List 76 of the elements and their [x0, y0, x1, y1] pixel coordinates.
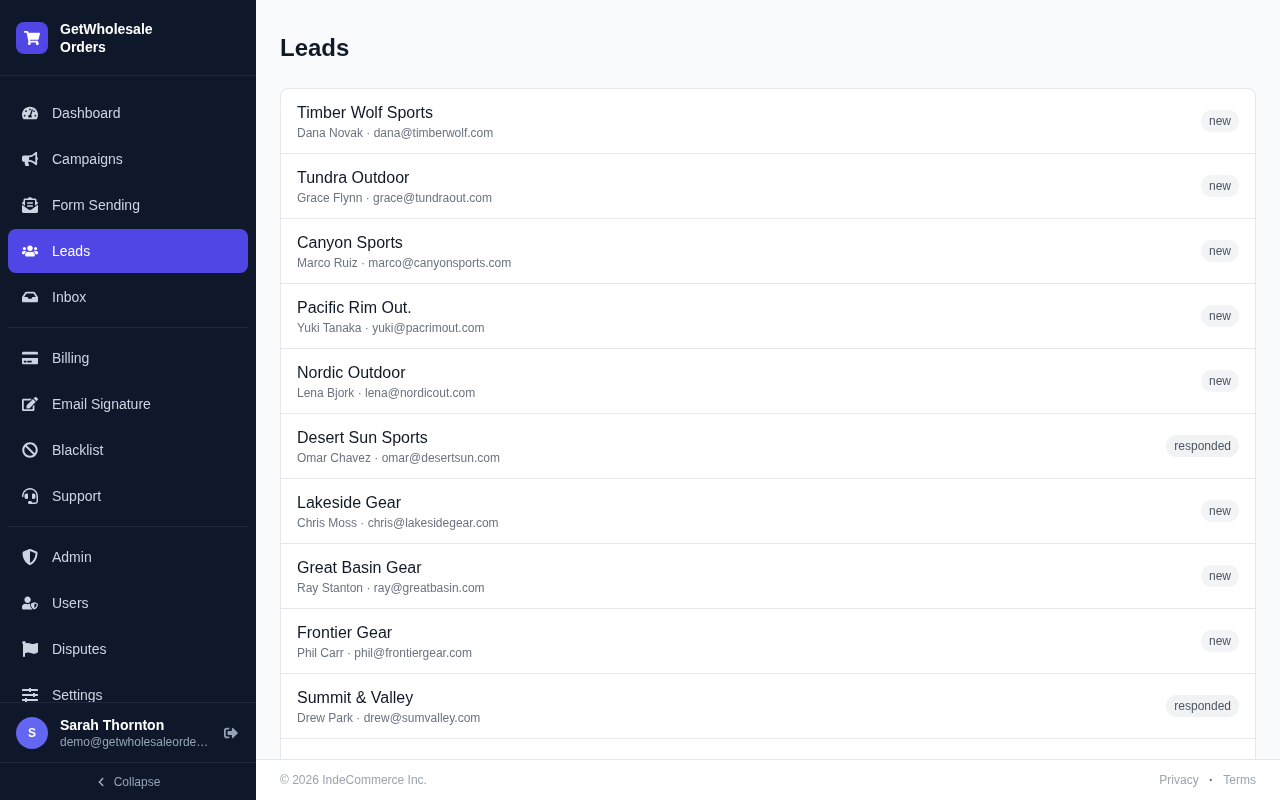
lead-row[interactable]: Timber Wolf Sports Dana Novak · dana@timberwolf.com new: [281, 89, 1255, 154]
company-name: Desert Sun Sports: [297, 428, 428, 448]
lead-row[interactable]: Tundra Outdoor Grace Flynn · grace@tundraout.com new: [281, 154, 1255, 219]
copyright-text: © 2026 IndeCommerce Inc.: [280, 773, 427, 787]
company-name: Lakeside Gear: [297, 493, 402, 513]
sidebar-item[interactable]: Billing: [8, 336, 248, 380]
company-name: Pacific Rim Out.: [297, 298, 412, 318]
contact-detail: Drew Park · drew@sumvalley.com: [297, 710, 481, 726]
sliders-icon: [22, 687, 38, 702]
logout-icon: [224, 725, 238, 740]
contact-detail: Marco Ruiz · marco@canyonsports.com: [297, 255, 512, 271]
sidebar-item[interactable]: Inbox: [8, 275, 248, 319]
contact-detail: Ray Stanton · ray@greatbasin.com: [297, 580, 485, 596]
separator-dot: ·: [1208, 772, 1214, 788]
inbox-icon: [22, 289, 38, 305]
user-shield-icon: [22, 595, 38, 611]
collapse-button[interactable]: Collapse: [0, 763, 256, 800]
sidebar-item[interactable]: Support: [8, 474, 248, 518]
lead-row[interactable]: Great Basin Gear Ray Stanton · ray@greatbasin.com new: [281, 544, 1255, 609]
credit-card-icon: [22, 350, 38, 366]
contact-detail: Dana Novak · dana@timberwolf.com: [297, 125, 494, 141]
sidebar-item[interactable]: Email Signature: [8, 382, 248, 426]
company-name: Canyon Sports: [297, 233, 403, 253]
ban-icon: [22, 442, 38, 458]
status-badge: new: [1201, 630, 1239, 652]
lead-row[interactable]: Summit & Valley Drew Park · drew@sumvalley.com responded: [281, 674, 1255, 739]
lead-row[interactable]: Desert Sun Sports Omar Chavez · omar@desertsun.com responded: [281, 414, 1255, 479]
sidebar-item[interactable]: Users: [8, 581, 248, 625]
page-title: Leads: [280, 33, 350, 63]
open-envelope-icon: [22, 197, 38, 213]
contact-detail: Lena Bjork · lena@nordicout.com: [297, 385, 476, 401]
company-name: Summit & Valley: [297, 688, 414, 708]
headset-icon: [22, 488, 38, 504]
lead-row[interactable]: Canyon Sports Marco Ruiz · marco@canyonsports.com new: [281, 219, 1255, 284]
status-badge: new: [1201, 305, 1239, 327]
company-name: Timber Wolf Sports: [297, 103, 434, 123]
company-name: Great Basin Gear: [297, 558, 422, 578]
status-badge: responded: [1166, 435, 1239, 457]
sidebar-item[interactable]: Campaigns: [8, 137, 248, 181]
user-email: demo@getwholesaleorde…: [60, 733, 209, 750]
megaphone-icon: [22, 151, 38, 167]
status-badge: new: [1201, 370, 1239, 392]
sidebar-item[interactable]: Blacklist: [8, 428, 248, 472]
contact-detail: Yuki Tanaka · yuki@pacrimout.com: [297, 320, 485, 336]
sidebar-item[interactable]: Settings: [8, 673, 248, 702]
avatar: S: [16, 716, 48, 749]
gauge-icon: [22, 105, 38, 121]
brand-name: GetWholesale Orders: [60, 19, 154, 56]
status-badge: new: [1201, 175, 1239, 197]
contact-detail: Phil Carr · phil@frontiergear.com: [297, 645, 472, 661]
shield-icon: [22, 549, 38, 565]
sidebar-item[interactable]: Form Sending: [8, 183, 248, 227]
sidebar-item[interactable]: Disputes: [8, 627, 248, 671]
cart-logo-icon: [16, 21, 48, 54]
company-name: Frontier Gear: [297, 623, 393, 643]
edit-icon: [22, 396, 38, 412]
lead-row[interactable]: Nordic Outdoor Lena Bjork · lena@nordicout.com new: [281, 349, 1255, 414]
user-name: Sarah Thornton: [60, 715, 165, 734]
contact-detail: Grace Flynn · grace@tundraout.com: [297, 190, 492, 206]
status-badge: responded: [1166, 695, 1239, 717]
lead-row[interactable]: Pacific Rim Out. Yuki Tanaka · yuki@pacrimout.com new: [281, 284, 1255, 349]
status-badge: new: [1201, 500, 1239, 522]
lead-row[interactable]: Frontier Gear Phil Carr · phil@frontiergear.com new: [281, 609, 1255, 674]
status-badge: new: [1201, 110, 1239, 132]
contact-detail: Omar Chavez · omar@desertsun.com: [297, 450, 500, 466]
company-name: Nordic Outdoor: [297, 363, 406, 383]
people-icon: [22, 243, 38, 259]
company-name: Tundra Outdoor: [297, 168, 410, 188]
lead-row[interactable]: Lakeside Gear Chris Moss · chris@lakesidegear.com new: [281, 479, 1255, 544]
contact-detail: Chris Moss · chris@lakesidegear.com: [297, 515, 499, 531]
status-badge: new: [1201, 565, 1239, 587]
sidebar-item[interactable]: Dashboard: [8, 91, 248, 135]
status-badge: new: [1201, 240, 1239, 262]
sidebar-item[interactable]: Leads: [8, 229, 248, 273]
flag-icon: [22, 641, 38, 657]
sidebar-item[interactable]: Admin: [8, 535, 248, 579]
